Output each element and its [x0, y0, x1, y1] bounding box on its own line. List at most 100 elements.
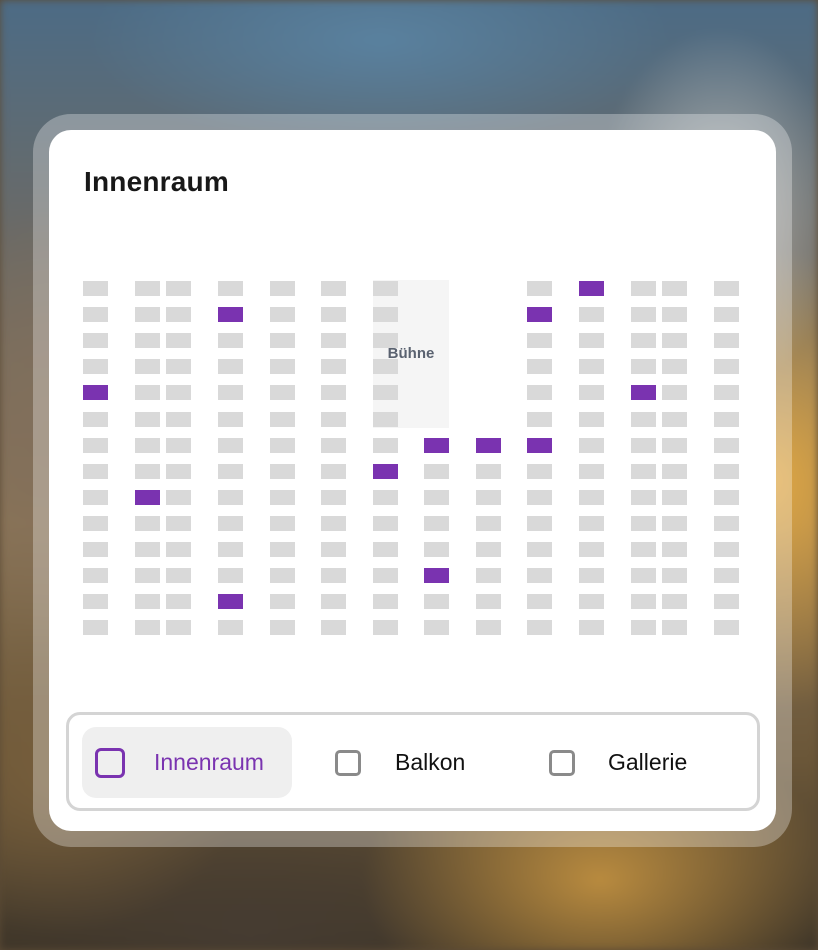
seat[interactable] — [166, 516, 191, 531]
seat[interactable] — [662, 568, 687, 583]
seat[interactable] — [527, 385, 552, 400]
seat[interactable] — [218, 490, 243, 505]
seat[interactable] — [270, 412, 295, 427]
seat[interactable] — [579, 438, 604, 453]
seat[interactable] — [579, 490, 604, 505]
seat[interactable] — [166, 438, 191, 453]
seat[interactable] — [135, 412, 160, 427]
seat[interactable] — [270, 620, 295, 635]
checkbox-icon[interactable] — [95, 747, 125, 778]
seat[interactable] — [83, 307, 108, 322]
seat[interactable] — [83, 568, 108, 583]
seat[interactable] — [218, 594, 243, 609]
seat[interactable] — [579, 464, 604, 479]
tab-innenraum[interactable]: Innenraum — [82, 727, 292, 798]
seat[interactable] — [476, 542, 501, 557]
seat[interactable] — [527, 464, 552, 479]
seat[interactable] — [166, 281, 191, 296]
seat[interactable] — [662, 281, 687, 296]
seat[interactable] — [579, 594, 604, 609]
seat[interactable] — [135, 568, 160, 583]
seat[interactable] — [373, 359, 398, 374]
seat[interactable] — [270, 568, 295, 583]
seat[interactable] — [373, 542, 398, 557]
seat[interactable] — [321, 307, 346, 322]
seat[interactable] — [476, 516, 501, 531]
seat[interactable] — [579, 620, 604, 635]
seat[interactable] — [166, 620, 191, 635]
seat[interactable] — [527, 281, 552, 296]
seat[interactable] — [714, 490, 739, 505]
seat[interactable] — [631, 568, 656, 583]
seat[interactable] — [527, 542, 552, 557]
seat[interactable] — [579, 333, 604, 348]
seat[interactable] — [373, 307, 398, 322]
seat[interactable] — [321, 412, 346, 427]
checkbox-icon[interactable] — [335, 749, 361, 776]
seat[interactable] — [631, 516, 656, 531]
seat[interactable] — [579, 542, 604, 557]
seat[interactable] — [83, 542, 108, 557]
seat[interactable] — [579, 516, 604, 531]
seat[interactable] — [579, 307, 604, 322]
seat[interactable] — [218, 542, 243, 557]
seat[interactable] — [166, 359, 191, 374]
seat[interactable] — [270, 359, 295, 374]
seat[interactable] — [714, 516, 739, 531]
seat[interactable] — [631, 281, 656, 296]
seat[interactable] — [424, 594, 449, 609]
seat[interactable] — [714, 307, 739, 322]
seat[interactable] — [476, 464, 501, 479]
seat[interactable] — [135, 307, 160, 322]
seat[interactable] — [218, 568, 243, 583]
seat[interactable] — [662, 359, 687, 374]
seat[interactable] — [631, 620, 656, 635]
seat[interactable] — [166, 568, 191, 583]
seat[interactable] — [83, 620, 108, 635]
seat[interactable] — [714, 594, 739, 609]
seat[interactable] — [662, 490, 687, 505]
seat[interactable] — [218, 438, 243, 453]
seat[interactable] — [579, 359, 604, 374]
seat[interactable] — [83, 281, 108, 296]
seat[interactable] — [714, 385, 739, 400]
seat[interactable] — [527, 516, 552, 531]
seat[interactable] — [321, 281, 346, 296]
seat[interactable] — [476, 594, 501, 609]
seat[interactable] — [373, 620, 398, 635]
seat[interactable] — [424, 464, 449, 479]
seat[interactable] — [166, 307, 191, 322]
seat[interactable] — [527, 594, 552, 609]
seat[interactable] — [714, 333, 739, 348]
seat[interactable] — [83, 490, 108, 505]
seat[interactable] — [714, 438, 739, 453]
seat[interactable] — [321, 568, 346, 583]
seat[interactable] — [662, 542, 687, 557]
seat[interactable] — [527, 490, 552, 505]
seat[interactable] — [373, 412, 398, 427]
seat[interactable] — [631, 359, 656, 374]
seat[interactable] — [579, 385, 604, 400]
seat[interactable] — [373, 438, 398, 453]
seat[interactable] — [631, 385, 656, 400]
seat[interactable] — [83, 359, 108, 374]
seat[interactable] — [714, 542, 739, 557]
seat[interactable] — [270, 516, 295, 531]
seat[interactable] — [714, 568, 739, 583]
seat[interactable] — [714, 281, 739, 296]
seat[interactable] — [270, 385, 295, 400]
seat[interactable] — [662, 620, 687, 635]
seat[interactable] — [218, 307, 243, 322]
seat[interactable] — [424, 542, 449, 557]
seat[interactable] — [135, 438, 160, 453]
seat[interactable] — [714, 359, 739, 374]
seat[interactable] — [218, 281, 243, 296]
seat[interactable] — [631, 464, 656, 479]
seat[interactable] — [527, 307, 552, 322]
seat[interactable] — [135, 490, 160, 505]
seat[interactable] — [321, 359, 346, 374]
seat[interactable] — [135, 333, 160, 348]
seat[interactable] — [218, 385, 243, 400]
seat[interactable] — [166, 412, 191, 427]
seat[interactable] — [321, 385, 346, 400]
